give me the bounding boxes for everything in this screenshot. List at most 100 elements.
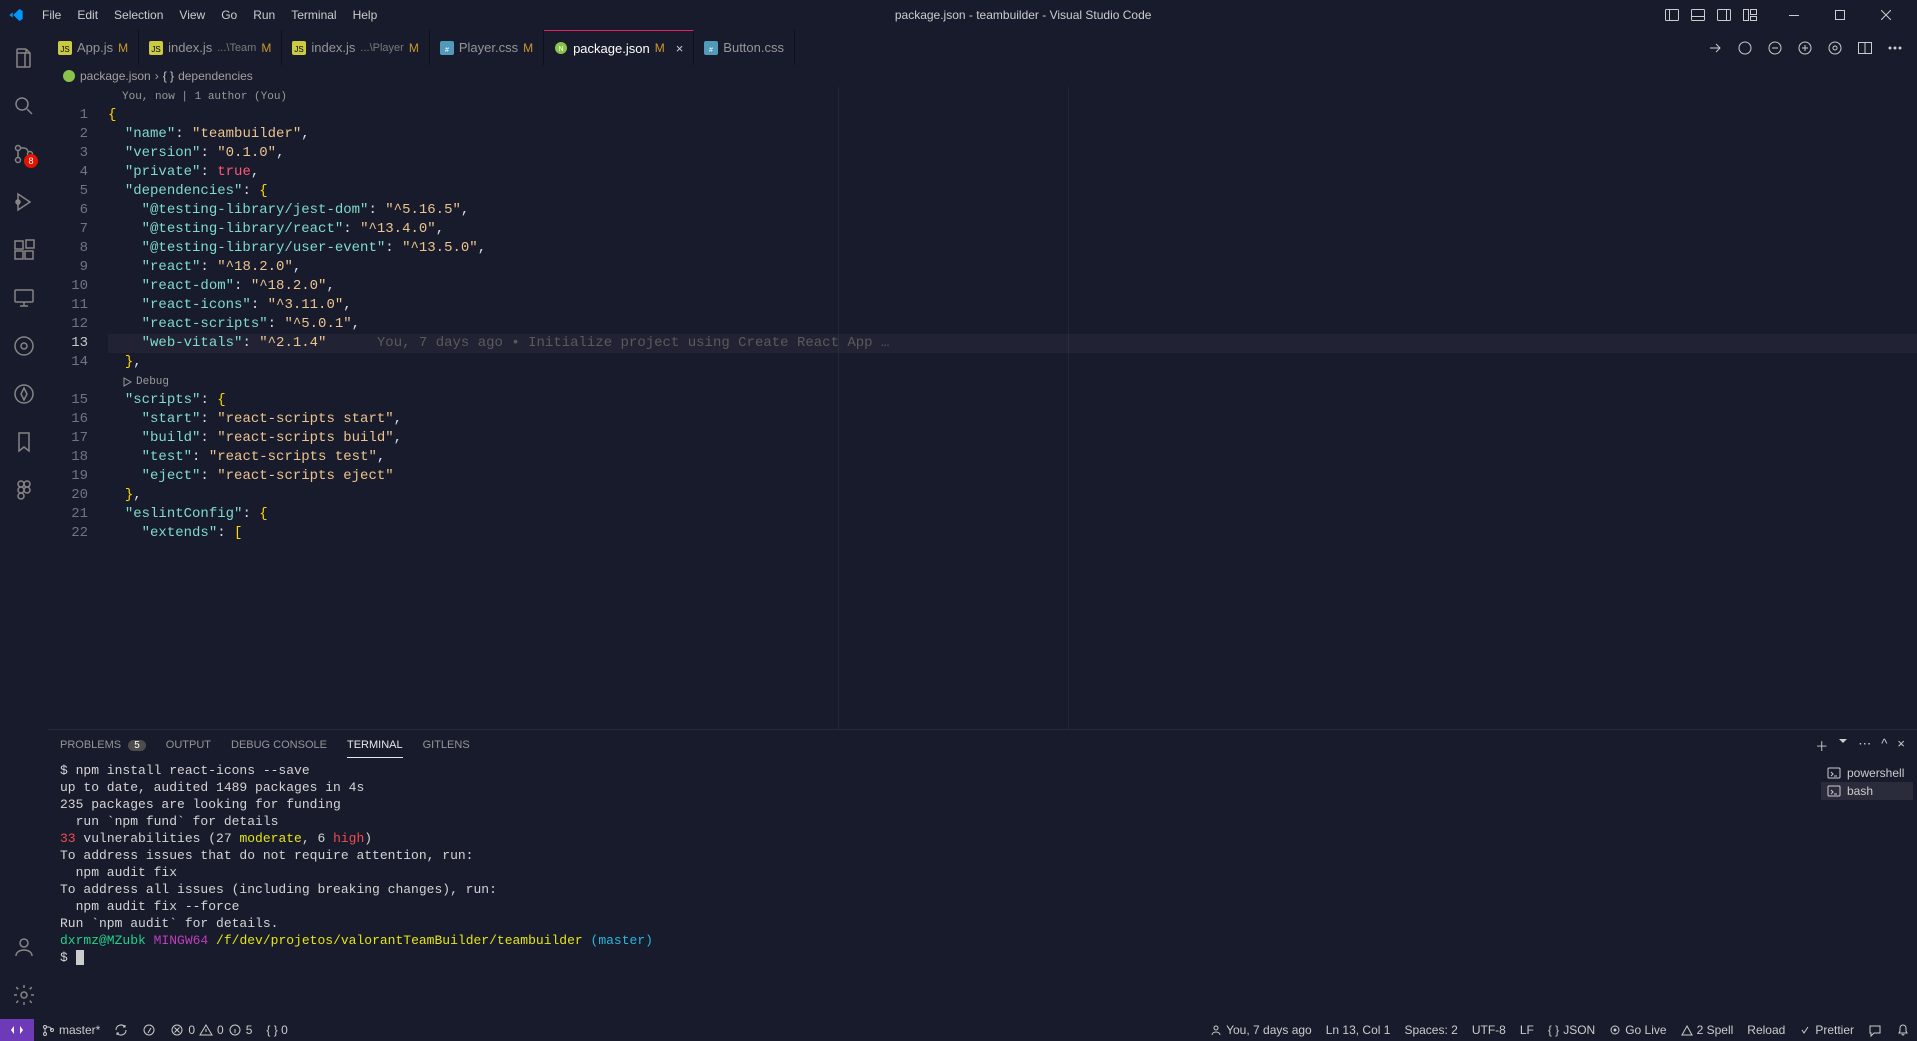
activity-run-icon[interactable]: [0, 178, 48, 226]
go-forward-icon[interactable]: [1793, 36, 1817, 60]
codelens-authors[interactable]: You, now | 1 author (You): [108, 87, 1917, 106]
menu-run[interactable]: Run: [245, 4, 283, 26]
tab-index-team-js[interactable]: JS index.js ...\Team M: [139, 30, 282, 65]
panel-tab-problems[interactable]: PROBLEMS 5: [60, 733, 146, 757]
code-line[interactable]: "build": "react-scripts build",: [108, 429, 1917, 448]
status-bell-icon[interactable]: [1889, 1019, 1917, 1041]
code-line[interactable]: },: [108, 486, 1917, 505]
status-problems[interactable]: 0 0 5: [163, 1019, 259, 1041]
status-branch[interactable]: master*: [34, 1019, 107, 1041]
panel-tab-debug-console[interactable]: DEBUG CONSOLE: [231, 733, 327, 757]
window-maximize-button[interactable]: [1817, 0, 1863, 30]
status-live-share[interactable]: [135, 1019, 163, 1041]
layout-panel-icon[interactable]: [1687, 4, 1709, 26]
menu-help[interactable]: Help: [345, 4, 386, 26]
activity-extensions-icon[interactable]: [0, 226, 48, 274]
activity-scm-icon[interactable]: 8: [0, 130, 48, 178]
more-icon[interactable]: ⋯: [1858, 736, 1871, 755]
js-file-icon: JS: [292, 41, 306, 55]
layout-sidebar-right-icon[interactable]: [1713, 4, 1735, 26]
code-line[interactable]: {: [108, 106, 1917, 125]
status-eol[interactable]: LF: [1513, 1019, 1541, 1041]
activity-remote-explorer-icon[interactable]: [0, 274, 48, 322]
status-brackets[interactable]: { } 0: [259, 1019, 294, 1041]
status-feedback-icon[interactable]: [1861, 1019, 1889, 1041]
code-line[interactable]: "react-scripts": "^5.0.1",: [108, 315, 1917, 334]
panel-tab-output[interactable]: OUTPUT: [166, 733, 211, 757]
activity-search-icon[interactable]: [0, 82, 48, 130]
editor[interactable]: 1234567891011121314 1516171819202122 You…: [48, 87, 1917, 729]
status-go-live[interactable]: Go Live: [1602, 1019, 1673, 1041]
terminal-entry-powershell[interactable]: powershell: [1821, 764, 1913, 782]
status-blame[interactable]: You, 7 days ago: [1203, 1019, 1319, 1041]
tab-app-js[interactable]: JS App.js M: [48, 30, 139, 65]
status-spell[interactable]: 2 Spell: [1674, 1019, 1741, 1041]
terminal-entry-bash[interactable]: bash: [1821, 782, 1913, 800]
code-line[interactable]: "react-dom": "^18.2.0",: [108, 277, 1917, 296]
code-line[interactable]: },: [108, 353, 1917, 372]
tab-player-css[interactable]: # Player.css M: [430, 30, 544, 65]
status-reload[interactable]: Reload: [1740, 1019, 1792, 1041]
activity-settings-icon[interactable]: [0, 971, 48, 1019]
menu-file[interactable]: File: [34, 4, 69, 26]
status-prettier[interactable]: Prettier: [1792, 1019, 1861, 1041]
status-sync[interactable]: [107, 1019, 135, 1041]
status-cursor-pos[interactable]: Ln 13, Col 1: [1319, 1019, 1398, 1041]
layout-customize-icon[interactable]: [1739, 4, 1761, 26]
code-line[interactable]: "start": "react-scripts start",: [108, 410, 1917, 429]
panel-tab-gitlens[interactable]: GITLENS: [423, 733, 470, 757]
activity-bookmarks-icon[interactable]: [0, 418, 48, 466]
window-close-button[interactable]: [1863, 0, 1909, 30]
code-line[interactable]: "eject": "react-scripts eject": [108, 467, 1917, 486]
menu-go[interactable]: Go: [213, 4, 245, 26]
activity-explorer-icon[interactable]: [0, 34, 48, 82]
activity-gitlens-icon[interactable]: [0, 322, 48, 370]
go-back-icon[interactable]: [1763, 36, 1787, 60]
status-indentation[interactable]: Spaces: 2: [1397, 1019, 1464, 1041]
layout-sidebar-left-icon[interactable]: [1661, 4, 1683, 26]
activity-liveshare-icon[interactable]: [0, 370, 48, 418]
code-line[interactable]: "extends": [: [108, 524, 1917, 543]
tab-button-css[interactable]: # Button.css: [694, 30, 795, 65]
panel-tab-terminal[interactable]: TERMINAL: [347, 733, 403, 758]
code-line[interactable]: "@testing-library/user-event": "^13.5.0"…: [108, 239, 1917, 258]
new-terminal-icon[interactable]: ＋: [1815, 736, 1828, 755]
menu-edit[interactable]: Edit: [69, 4, 106, 26]
codelens-debug[interactable]: Debug: [108, 372, 1917, 391]
split-editor-icon[interactable]: [1853, 36, 1877, 60]
breadcrumb[interactable]: package.json › { } dependencies: [48, 65, 1917, 87]
code-line[interactable]: "scripts": {: [108, 391, 1917, 410]
code-line[interactable]: "react-icons": "^3.11.0",: [108, 296, 1917, 315]
run-icon[interactable]: [1733, 36, 1757, 60]
status-language[interactable]: { } JSON: [1541, 1019, 1602, 1041]
code-line[interactable]: "eslintConfig": {: [108, 505, 1917, 524]
activity-accounts-icon[interactable]: [0, 923, 48, 971]
terminal-dropdown-icon[interactable]: [1838, 736, 1848, 755]
code-line[interactable]: "react": "^18.2.0",: [108, 258, 1917, 277]
menu-terminal[interactable]: Terminal: [283, 4, 344, 26]
editor-content[interactable]: You, now | 1 author (You){ "name": "team…: [108, 87, 1917, 729]
menu-selection[interactable]: Selection: [106, 4, 171, 26]
status-remote-button[interactable]: [0, 1019, 34, 1041]
code-line[interactable]: "test": "react-scripts test",: [108, 448, 1917, 467]
code-line[interactable]: "private": true,: [108, 163, 1917, 182]
live-preview-icon[interactable]: [1823, 36, 1847, 60]
code-line[interactable]: "@testing-library/react": "^13.4.0",: [108, 220, 1917, 239]
more-actions-icon[interactable]: [1883, 36, 1907, 60]
code-line[interactable]: "version": "0.1.0",: [108, 144, 1917, 163]
tab-index-player-js[interactable]: JS index.js ...\Player M: [282, 30, 429, 65]
close-panel-icon[interactable]: ×: [1897, 736, 1905, 755]
compare-icon[interactable]: [1703, 36, 1727, 60]
code-line[interactable]: "name": "teambuilder",: [108, 125, 1917, 144]
menu-view[interactable]: View: [171, 4, 213, 26]
code-line[interactable]: "dependencies": {: [108, 182, 1917, 201]
status-encoding[interactable]: UTF-8: [1465, 1019, 1513, 1041]
activity-figma-icon[interactable]: [0, 466, 48, 514]
maximize-panel-icon[interactable]: ^: [1881, 736, 1887, 755]
close-tab-icon[interactable]: ×: [676, 41, 684, 56]
tab-package-json[interactable]: N package.json M ×: [544, 30, 694, 65]
code-line[interactable]: "@testing-library/jest-dom": "^5.16.5",: [108, 201, 1917, 220]
terminal-output[interactable]: $ npm install react-icons --save up to d…: [48, 760, 1817, 1019]
window-minimize-button[interactable]: [1771, 0, 1817, 30]
code-line[interactable]: "web-vitals": "^2.1.4" You, 7 days ago •…: [108, 334, 1917, 353]
